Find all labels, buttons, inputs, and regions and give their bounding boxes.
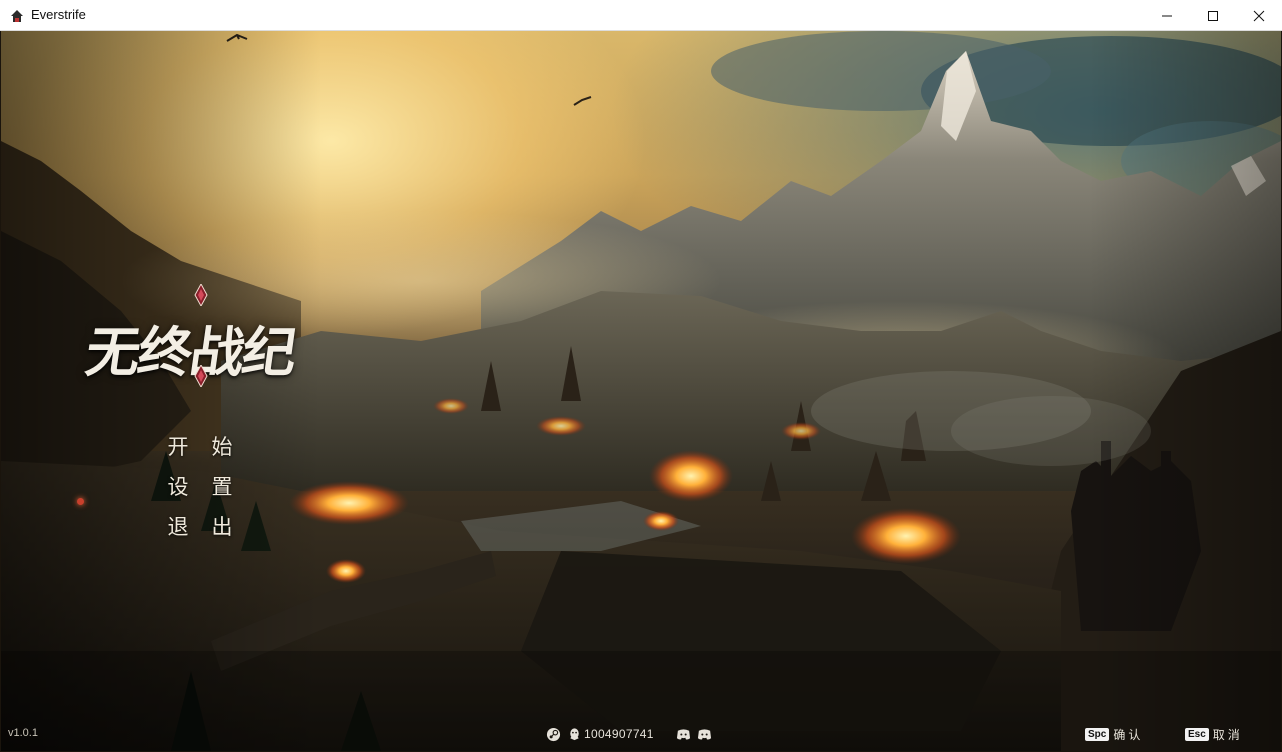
discord-link-2[interactable] <box>697 727 712 742</box>
menu-quit-char-1: 退 <box>167 515 189 539</box>
discord-icon <box>676 728 690 739</box>
game-viewport[interactable]: 无终战纪 开 始 设 置 退 出 v1.0.1 1004907741 Spc 确… <box>1 31 1281 751</box>
qq-group-number: 1004907741 <box>584 727 654 741</box>
qq-link[interactable]: 1004907741 <box>567 727 670 742</box>
social-links-bar: 1004907741 <box>546 725 718 743</box>
menu-settings-char-2: 置 <box>211 475 233 499</box>
close-button[interactable] <box>1236 0 1282 31</box>
logo-ornament-top-icon <box>194 284 208 306</box>
discord-icon <box>697 728 711 739</box>
minimize-icon <box>1162 15 1172 16</box>
cancel-key-badge: Esc <box>1185 728 1209 741</box>
menu-quit-button[interactable]: 退 出 <box>167 511 233 541</box>
maximize-button[interactable] <box>1190 0 1236 31</box>
maximize-icon <box>1208 10 1218 21</box>
menu-settings-button[interactable]: 设 置 <box>167 471 233 501</box>
version-label: v1.0.1 <box>8 727 38 739</box>
steam-link[interactable] <box>546 727 561 742</box>
confirm-key-hint: Spc 确认 <box>1085 726 1143 743</box>
game-logo-title: 无终战纪 <box>81 320 299 384</box>
menu-quit-char-2: 出 <box>211 515 233 539</box>
logo-ornament-bottom-icon <box>194 365 208 387</box>
window-title-bar[interactable]: Everstrife <box>0 0 1282 31</box>
menu-start-char-2: 始 <box>211 435 233 459</box>
game-app-icon <box>11 10 23 22</box>
minimize-button[interactable] <box>1144 0 1190 31</box>
menu-settings-char-1: 设 <box>167 475 189 499</box>
qq-icon <box>570 727 579 740</box>
steam-icon <box>546 727 561 741</box>
confirm-key-badge: Spc <box>1085 728 1110 741</box>
confirm-label: 确认 <box>1113 728 1144 742</box>
discord-link-1[interactable] <box>676 727 691 742</box>
menu-start-button[interactable]: 开 始 <box>167 431 233 461</box>
menu-start-char-1: 开 <box>167 435 189 459</box>
cancel-label: 取消 <box>1212 728 1243 742</box>
window-title: Everstrife <box>31 7 86 22</box>
menu-cursor-indicator <box>77 498 84 505</box>
cancel-key-hint: Esc 取消 <box>1185 726 1243 743</box>
close-icon <box>1253 10 1265 21</box>
battlefield-background-art <box>1 31 1281 751</box>
